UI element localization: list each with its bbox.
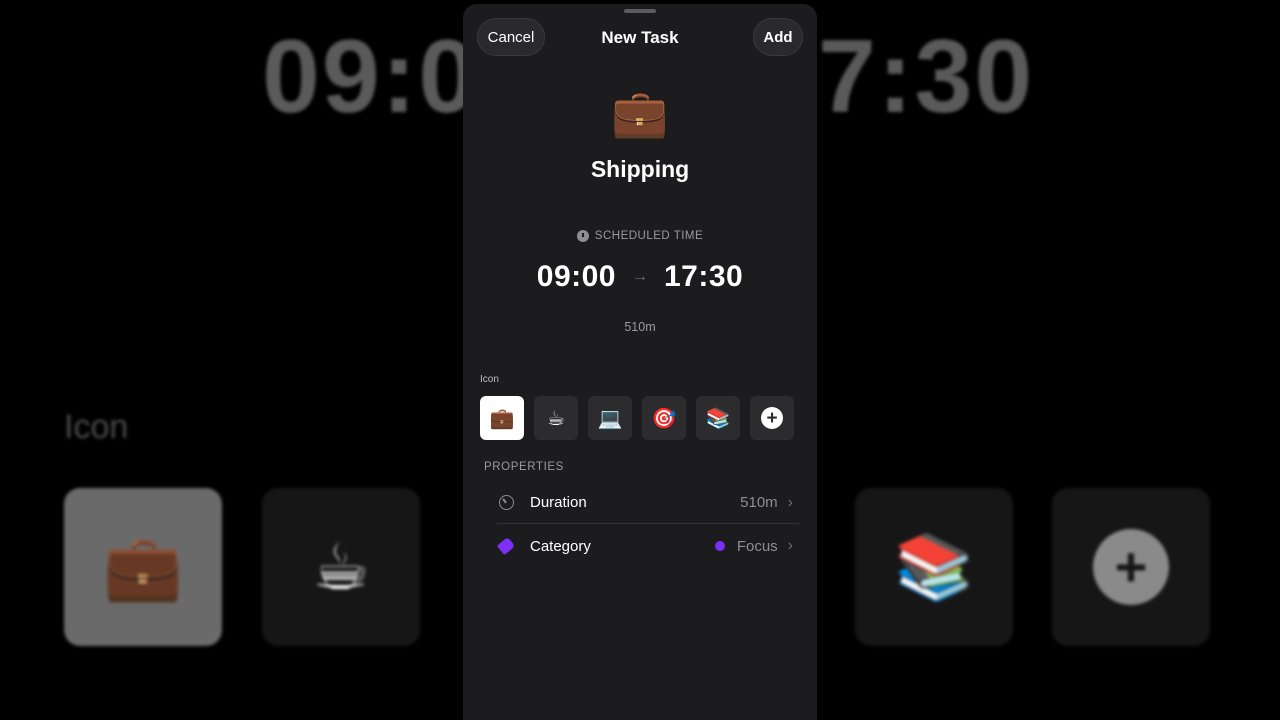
background-start-time: 09:0 bbox=[262, 19, 479, 135]
category-color-dot bbox=[714, 541, 725, 551]
background-tile-books: 📚 bbox=[855, 488, 1013, 646]
icon-option-target[interactable]: 🎯 bbox=[642, 396, 686, 440]
duration-value: 510m bbox=[740, 494, 778, 511]
icon-picker: 💼 ☕ 💻 🎯 📚 + bbox=[480, 396, 794, 440]
background-end-time: 7:30 bbox=[818, 19, 1035, 135]
icon-option-briefcase[interactable]: 💼 bbox=[480, 396, 524, 440]
background-icon-label: Icon bbox=[64, 408, 129, 446]
briefcase-icon: 💼 bbox=[489, 407, 515, 430]
scheduled-time-label: SCHEDULED TIME bbox=[463, 230, 817, 242]
icon-section-label: Icon bbox=[480, 374, 499, 385]
plus-icon: + bbox=[1093, 529, 1169, 605]
briefcase-icon: 💼 bbox=[103, 530, 183, 603]
end-time[interactable]: 17:30 bbox=[664, 260, 743, 294]
task-name[interactable]: Shipping bbox=[463, 156, 817, 183]
icon-option-coffee[interactable]: ☕ bbox=[534, 396, 578, 440]
timer-icon bbox=[497, 494, 515, 512]
duration-label: Duration bbox=[530, 494, 587, 511]
arrow-right-icon: → bbox=[632, 268, 648, 285]
category-label: Category bbox=[530, 537, 591, 555]
category-row[interactable]: Category Focus › bbox=[496, 525, 799, 567]
background-tile-coffee: ☕ bbox=[262, 488, 420, 646]
add-icon-button[interactable]: + bbox=[750, 396, 794, 440]
background-tile-add: + bbox=[1052, 488, 1210, 646]
books-icon: 📚 bbox=[705, 407, 731, 430]
books-icon: 📚 bbox=[894, 530, 974, 603]
target-icon: 🎯 bbox=[651, 407, 677, 430]
background-tile-briefcase: 💼 bbox=[64, 488, 222, 646]
laptop-icon: 💻 bbox=[597, 407, 623, 430]
category-value-group: Focus bbox=[714, 537, 778, 555]
properties-label: PROPERTIES bbox=[484, 461, 564, 473]
icon-option-laptop[interactable]: 💻 bbox=[588, 396, 632, 440]
plus-icon: + bbox=[761, 407, 783, 429]
scheduled-time-text: SCHEDULED TIME bbox=[594, 230, 704, 242]
briefcase-icon[interactable]: 💼 bbox=[463, 90, 817, 136]
start-time[interactable]: 09:00 bbox=[537, 260, 616, 294]
duration-row[interactable]: Duration 510m › bbox=[497, 482, 799, 524]
sheet-grabber[interactable] bbox=[624, 9, 656, 13]
clock-icon bbox=[576, 230, 589, 242]
add-button[interactable]: Add bbox=[753, 18, 803, 56]
coffee-icon: ☕ bbox=[547, 407, 565, 430]
new-task-sheet: Cancel New Task Add 💼 Shipping SCHEDULED… bbox=[463, 4, 817, 720]
chevron-right-icon: › bbox=[787, 493, 793, 511]
chevron-right-icon: › bbox=[787, 537, 793, 554]
time-range: 09:00 → 17:30 bbox=[463, 260, 817, 294]
icon-option-books[interactable]: 📚 bbox=[696, 396, 740, 440]
tag-icon bbox=[496, 536, 516, 556]
duration-summary: 510m bbox=[624, 320, 656, 334]
category-value: Focus bbox=[736, 537, 778, 555]
coffee-icon: ☕ bbox=[312, 530, 370, 603]
